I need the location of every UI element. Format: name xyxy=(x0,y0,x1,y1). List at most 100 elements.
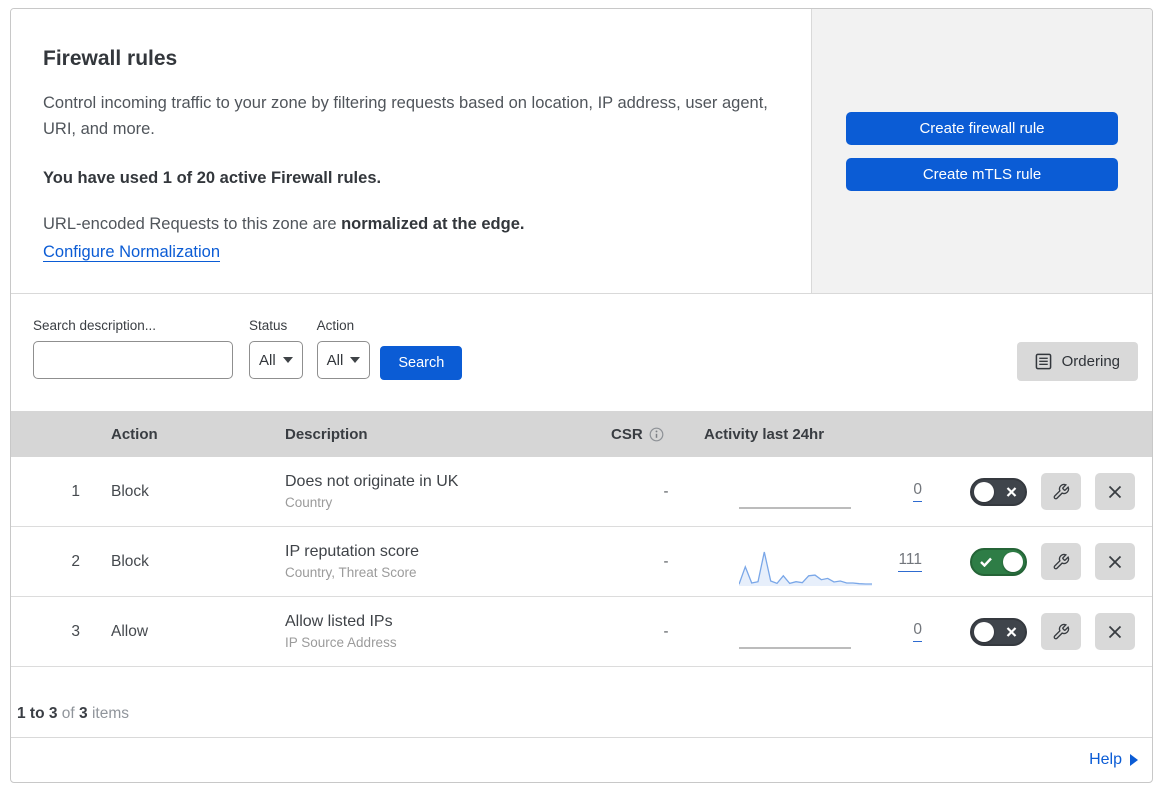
wrench-icon xyxy=(1053,553,1070,569)
toggle-knob xyxy=(974,621,994,642)
rule-priority: 2 xyxy=(71,552,80,570)
rule-activity-cell: 0 xyxy=(701,481,946,509)
usage-statement: You have used 1 of 20 active Firewall ru… xyxy=(43,169,382,187)
toggle-check-icon xyxy=(980,557,992,567)
header-activity-column: Activity last 24hr xyxy=(704,425,825,443)
search-button[interactable]: Search xyxy=(380,346,463,380)
normalization-bold-text: normalized at the edge. xyxy=(341,215,525,233)
rule-action: Block xyxy=(111,482,149,500)
toggle-x-icon xyxy=(1006,486,1017,497)
normalization-text: URL-encoded Requests to this zone are xyxy=(43,215,342,233)
rule-activity-cell: 111 xyxy=(701,542,946,586)
action-select-value: All xyxy=(326,351,344,369)
ordering-button[interactable]: Ordering xyxy=(1016,342,1138,381)
activity-count-link[interactable]: 0 xyxy=(913,621,922,642)
delete-rule-button[interactable] xyxy=(1095,473,1135,510)
rule-enabled-toggle[interactable] xyxy=(970,477,1027,506)
toggle-knob xyxy=(1003,551,1023,572)
toggle-x-icon xyxy=(1006,626,1017,637)
intro-panel: Firewall rules Control incoming traffic … xyxy=(11,9,811,293)
rule-priority: 1 xyxy=(71,482,80,500)
header-action-column: Action xyxy=(111,425,158,443)
table-row: 3 Allow Allow listed IPs IP Source Addre… xyxy=(11,597,1152,667)
status-select[interactable]: All xyxy=(249,341,303,379)
rule-description-cell: Allow listed IPs IP Source Address xyxy=(281,613,601,650)
activity-count-link[interactable]: 0 xyxy=(913,481,922,502)
items-range: 1 to 3 xyxy=(17,705,58,722)
rule-priority: 3 xyxy=(71,622,80,640)
chevron-down-icon xyxy=(350,357,361,363)
chevron-down-icon xyxy=(282,357,293,363)
header-section: Firewall rules Control incoming traffic … xyxy=(11,9,1152,294)
table-row: 2 Block IP reputation score Country, Thr… xyxy=(11,527,1152,597)
page-title: Firewall rules xyxy=(43,47,178,70)
csr-header-label: CSR xyxy=(611,425,643,443)
action-filter-group: Action All xyxy=(316,318,371,379)
close-icon xyxy=(1108,485,1122,498)
rule-description-cell: Does not originate in UK Country xyxy=(281,473,601,510)
rule-csr-value: - xyxy=(663,483,669,500)
table-footer: 1 to 3 of 3 items xyxy=(11,667,1152,738)
activity-sparkline-flat xyxy=(739,646,851,649)
wrench-icon xyxy=(1053,483,1070,499)
action-select[interactable]: All xyxy=(316,341,371,379)
help-row: Help xyxy=(11,738,1152,782)
edit-rule-button[interactable] xyxy=(1041,613,1081,650)
edit-rule-button[interactable] xyxy=(1041,473,1081,510)
delete-rule-button[interactable] xyxy=(1095,613,1135,650)
table-header: Action Description CSR Activity last 24h… xyxy=(11,411,1152,457)
items-label: items xyxy=(91,705,130,722)
configure-normalization-link[interactable]: Configure Normalization xyxy=(43,243,220,261)
rule-controls xyxy=(946,613,1152,650)
rule-activity-cell: 0 xyxy=(701,621,946,649)
help-link-label: Help xyxy=(1089,751,1122,768)
wrench-icon xyxy=(1053,623,1070,639)
action-label: Action xyxy=(316,318,355,333)
rule-controls xyxy=(946,473,1152,510)
info-icon[interactable] xyxy=(649,427,664,442)
help-link[interactable]: Help xyxy=(1089,751,1138,769)
normalization-statement: URL-encoded Requests to this zone are no… xyxy=(43,215,771,234)
filter-bar: Search description... Status All Action … xyxy=(11,294,1152,411)
of-label: of xyxy=(61,705,75,722)
delete-rule-button[interactable] xyxy=(1095,543,1135,580)
rule-description: IP reputation score xyxy=(285,543,420,560)
rule-controls xyxy=(946,543,1152,580)
help-caret-icon xyxy=(1130,754,1138,766)
status-select-value: All xyxy=(259,351,276,369)
header-csr-column: CSR xyxy=(601,426,701,443)
search-field[interactable] xyxy=(33,341,251,379)
actions-panel: Create firewall rule Create mTLS rule xyxy=(811,9,1152,293)
status-label: Status xyxy=(249,318,288,333)
rule-csr-value: - xyxy=(663,553,669,570)
page-description: Control incoming traffic to your zone by… xyxy=(43,94,768,138)
search-input[interactable] xyxy=(52,345,251,375)
rule-description: Does not originate in UK xyxy=(285,473,459,490)
create-firewall-rule-button[interactable]: Create firewall rule xyxy=(846,112,1118,145)
items-total: 3 xyxy=(79,705,88,722)
activity-sparkline-flat xyxy=(739,506,851,509)
rule-description-cell: IP reputation score Country, Threat Scor… xyxy=(281,543,601,580)
activity-sparkline xyxy=(739,551,872,586)
ordering-button-label: Ordering xyxy=(1061,353,1120,370)
rule-csr-value: - xyxy=(663,623,669,640)
firewall-rules-card: Firewall rules Control incoming traffic … xyxy=(10,8,1153,783)
edit-rule-button[interactable] xyxy=(1041,543,1081,580)
search-label: Search description... xyxy=(33,318,157,333)
search-group: Search description... xyxy=(33,318,251,379)
rule-action: Block xyxy=(111,552,149,570)
ordering-icon xyxy=(1035,353,1051,370)
status-filter-group: Status All xyxy=(249,318,303,379)
rule-fields: Country xyxy=(285,495,333,510)
rule-action: Allow xyxy=(111,622,149,640)
rule-description: Allow listed IPs xyxy=(285,613,393,630)
header-description-column: Description xyxy=(285,425,368,443)
create-mtls-rule-button[interactable]: Create mTLS rule xyxy=(846,158,1118,191)
rule-fields: Country, Threat Score xyxy=(285,565,417,580)
rule-enabled-toggle[interactable] xyxy=(970,547,1027,576)
close-icon xyxy=(1108,555,1122,568)
activity-count-link[interactable]: 111 xyxy=(898,551,922,572)
toggle-knob xyxy=(974,481,994,502)
rule-fields: IP Source Address xyxy=(285,635,397,650)
rule-enabled-toggle[interactable] xyxy=(970,617,1027,646)
